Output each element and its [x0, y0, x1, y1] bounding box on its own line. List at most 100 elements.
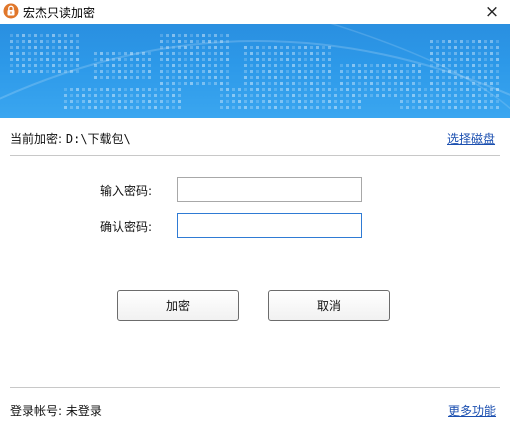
banner-dot [376, 94, 379, 97]
banner-dot [490, 82, 493, 85]
banner-dot [496, 70, 499, 73]
banner-dot [268, 82, 271, 85]
banner-dot [226, 58, 229, 61]
banner-dot [430, 70, 433, 73]
banner-dot [166, 88, 169, 91]
banner-dot [16, 64, 19, 67]
banner-dot [340, 100, 343, 103]
banner-dot [328, 88, 331, 91]
banner-dot [112, 106, 115, 109]
banner-dot [376, 70, 379, 73]
banner-dot [40, 70, 43, 73]
banner-dot [484, 70, 487, 73]
banner-dot [208, 46, 211, 49]
banner-dot [400, 106, 403, 109]
banner-dot [328, 106, 331, 109]
banner-dot [106, 106, 109, 109]
banner-dot [406, 76, 409, 79]
banner-dot [304, 46, 307, 49]
banner-dot [280, 52, 283, 55]
banner-dot [478, 94, 481, 97]
banner-dot [490, 106, 493, 109]
banner-dot [460, 58, 463, 61]
banner-dot [298, 46, 301, 49]
banner-dot [10, 70, 13, 73]
banner-dot [172, 100, 175, 103]
banner-dot [460, 82, 463, 85]
banner-dot [166, 46, 169, 49]
banner-dot [202, 52, 205, 55]
banner-dot [310, 58, 313, 61]
banner-dot [70, 58, 73, 61]
banner-dot [418, 64, 421, 67]
banner-dot [166, 106, 169, 109]
banner-dot [178, 34, 181, 37]
banner-dot [196, 82, 199, 85]
banner-dot [310, 106, 313, 109]
banner-dot [10, 34, 13, 37]
banner-dot [148, 106, 151, 109]
banner-dot [280, 82, 283, 85]
banner-dot [226, 106, 229, 109]
banner-dot [226, 100, 229, 103]
banner-dot [280, 76, 283, 79]
banner-dot [472, 82, 475, 85]
banner-dot [352, 64, 355, 67]
banner-dot [478, 76, 481, 79]
banner-dot [124, 52, 127, 55]
banner-dot [64, 40, 67, 43]
banner-dot [112, 100, 115, 103]
banner-dot [70, 64, 73, 67]
banner-dot [226, 64, 229, 67]
cancel-button[interactable]: 取消 [268, 290, 390, 321]
banner-dot [490, 46, 493, 49]
banner-dot [10, 52, 13, 55]
password-field[interactable] [177, 177, 362, 202]
banner-dot [28, 34, 31, 37]
banner-dot [142, 52, 145, 55]
banner-dot [322, 64, 325, 67]
banner-dot [250, 88, 253, 91]
banner-dot [220, 46, 223, 49]
banner-dot [94, 64, 97, 67]
banner-dot [490, 76, 493, 79]
banner-dot [40, 58, 43, 61]
banner-dot [484, 88, 487, 91]
more-features-link[interactable]: 更多功能 [448, 402, 496, 419]
banner-dot [58, 64, 61, 67]
encrypt-button[interactable]: 加密 [117, 290, 239, 321]
banner-dot [250, 70, 253, 73]
select-disk-link[interactable]: 选择磁盘 [447, 130, 495, 147]
banner-dot [82, 106, 85, 109]
banner-dot [166, 64, 169, 67]
banner-dot [214, 58, 217, 61]
banner-dot [70, 34, 73, 37]
banner-dot [472, 88, 475, 91]
banner-dot [244, 106, 247, 109]
banner-dot [490, 52, 493, 55]
banner-dot [460, 100, 463, 103]
padlock-icon [3, 3, 19, 19]
banner-dot [40, 46, 43, 49]
banner-dot [10, 58, 13, 61]
banner-dot [238, 100, 241, 103]
banner-dot [340, 70, 343, 73]
banner-dot [82, 88, 85, 91]
banner-dot [370, 94, 373, 97]
banner-dot [178, 40, 181, 43]
banner-dot [400, 70, 403, 73]
banner-dot [112, 76, 115, 79]
banner-dot [136, 58, 139, 61]
banner-dot [352, 76, 355, 79]
banner-dot [136, 64, 139, 67]
banner-dot [238, 88, 241, 91]
banner-dot [316, 88, 319, 91]
close-button[interactable]: × [474, 0, 510, 24]
banner-dot [274, 100, 277, 103]
banner-dot [268, 64, 271, 67]
banner-dot [172, 82, 175, 85]
confirm-password-field[interactable] [177, 213, 362, 238]
banner-dot [352, 94, 355, 97]
banner-dot [304, 52, 307, 55]
banner-dot [412, 106, 415, 109]
